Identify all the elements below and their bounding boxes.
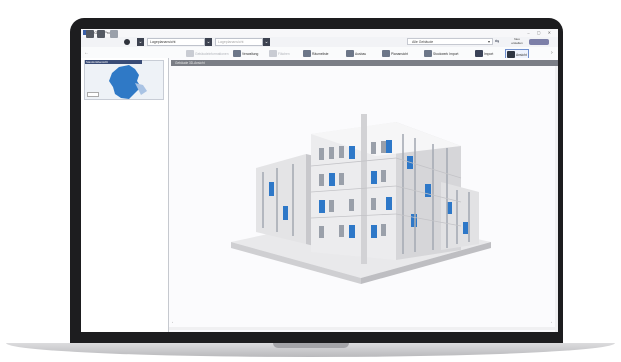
view-dropdown-chevron-icon[interactable]: ⌄ — [205, 38, 212, 46]
ribbon-item-planansicht[interactable]: Planansicht — [382, 49, 408, 58]
ribbon-item-label: Verwaltung — [242, 51, 259, 56]
window-titlebar: nxGEO Pro – ▢ ✕ — [81, 29, 558, 37]
ribbon-item-ausbau[interactable]: Ausbau — [346, 49, 366, 58]
filter-icon[interactable]: ⇆ — [495, 39, 499, 45]
building-3d-model[interactable] — [211, 94, 531, 309]
ribbon-item-stockwerk-import[interactable]: Stockwerk Import — [424, 49, 458, 58]
facade-column — [361, 114, 367, 264]
horizontal-scrollbar[interactable] — [169, 327, 555, 330]
ribbon-item-import[interactable]: Import — [475, 49, 493, 58]
building-search-combo[interactable]: Alle Gebäude ▾ — [407, 38, 493, 45]
building-info-icon — [186, 50, 194, 57]
ribbon-item-label: Gebäudeinformationen — [195, 51, 229, 56]
ribbon-scroll-right-icon[interactable]: › — [551, 50, 553, 56]
ribbon-item-label: Planansicht — [391, 51, 409, 56]
monitor-icon — [507, 51, 515, 58]
ribbon-item-label: Flächen — [278, 51, 290, 56]
vertical-scrollbar[interactable] — [555, 66, 558, 332]
room-list-icon — [303, 50, 311, 57]
minimap-scale — [87, 92, 99, 97]
scroll-right-icon[interactable]: › — [551, 320, 552, 324]
combo-value: Alle Gebäude — [412, 40, 434, 44]
secondary-dropdown[interactable]: Lageplanansicht — [215, 38, 263, 46]
management-icon — [233, 50, 241, 57]
ribbon-item-raeumeliste[interactable]: Räumeliste — [303, 49, 329, 58]
import-icon — [475, 50, 483, 57]
app-screen: nxGEO Pro – ▢ ✕ ⌄ Lageplanansicht ⌄ Lage… — [81, 29, 558, 332]
view-dropdown[interactable]: Lageplanansicht — [147, 38, 205, 46]
combo-arrow-icon[interactable]: ▾ — [488, 39, 490, 45]
pin-icon[interactable] — [124, 39, 130, 45]
window-controls[interactable]: – ▢ ✕ — [527, 29, 554, 37]
ribbon-item-flaechen[interactable]: Flächen — [269, 49, 290, 58]
settings-button[interactable] — [110, 30, 118, 38]
ribbon-item-label: Ansicht — [516, 52, 527, 57]
ribbon-item-label: Ausbau — [355, 51, 367, 56]
plan-view-icon — [382, 50, 390, 57]
ribbon-item-label: Räumeliste — [312, 51, 329, 56]
ribbon-item-verwaltung[interactable]: Verwaltung — [233, 49, 258, 58]
minimap-title: Standortübersicht — [85, 60, 142, 64]
map-button[interactable] — [97, 30, 105, 38]
floor-import-icon — [424, 50, 432, 57]
user-pill[interactable] — [529, 39, 549, 45]
viewport-tab[interactable]: Gebäude 3D-Ansicht — [171, 60, 558, 66]
chevron-down-icon[interactable]: ⌄ — [137, 38, 144, 46]
scroll-left-icon[interactable]: ‹ — [172, 320, 173, 324]
area-icon — [269, 50, 277, 57]
home-button[interactable] — [86, 30, 94, 38]
fitout-icon — [346, 50, 354, 57]
laptop-hinge-notch — [273, 343, 349, 348]
create-new-button[interactable]: Neu erstellen — [509, 37, 525, 46]
ribbon-item-label: Stockwerk Import — [433, 51, 459, 56]
ribbon-item-label: Import — [484, 51, 494, 56]
ribbon-item-gebaeudeinfo[interactable]: Gebäudeinformationen — [186, 49, 229, 58]
ribbon-scroll-left-icon[interactable]: ← — [84, 50, 89, 56]
secondary-dropdown-chevron-icon[interactable]: ⌄ — [263, 38, 270, 46]
